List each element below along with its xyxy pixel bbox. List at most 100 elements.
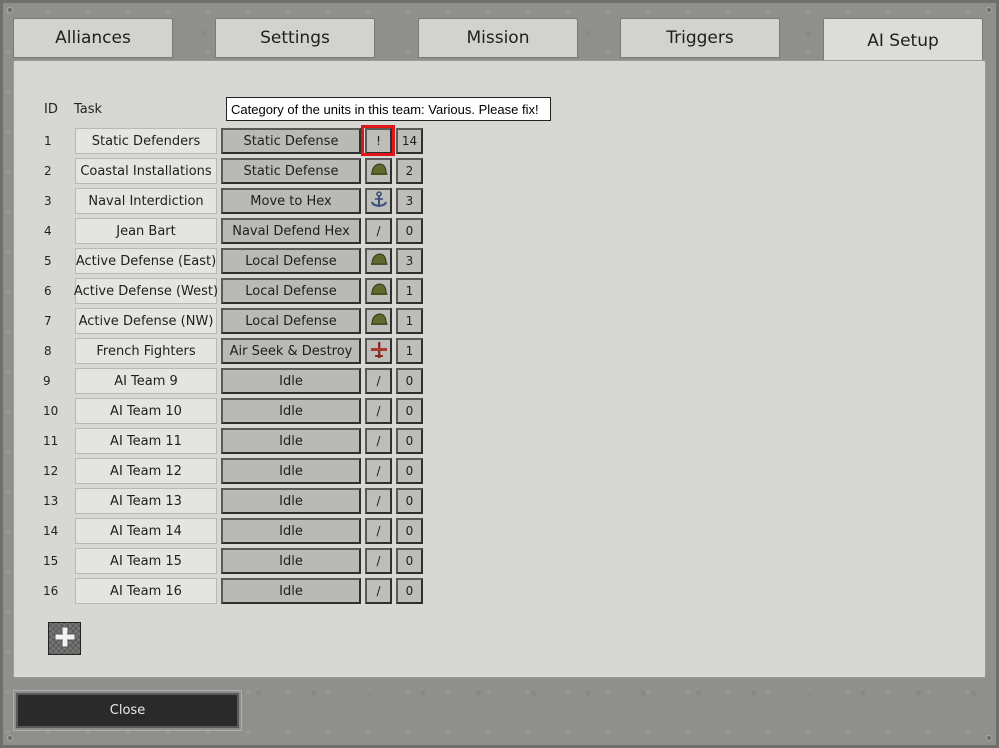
team-name-field[interactable]: AI Team 14: [75, 518, 217, 544]
slash-icon: /: [376, 224, 381, 238]
category-button[interactable]: /: [365, 398, 392, 424]
task-button[interactable]: Static Defense: [221, 158, 361, 184]
category-button[interactable]: [365, 278, 392, 304]
category-button[interactable]: [365, 248, 392, 274]
row-id: 14: [43, 524, 59, 538]
category-button[interactable]: [365, 308, 392, 334]
unit-count: 0: [405, 374, 414, 388]
team-name-field[interactable]: Active Defense (East): [75, 248, 217, 274]
team-name: AI Team 11: [110, 433, 182, 449]
unit-count-button[interactable]: 3: [396, 188, 423, 214]
row-id: 7: [44, 314, 52, 328]
unit-count-button[interactable]: 0: [396, 578, 423, 604]
team-name: AI Team 10: [110, 403, 182, 419]
task-button[interactable]: Move to Hex: [221, 188, 361, 214]
slash-icon: /: [376, 434, 381, 448]
team-name-field[interactable]: Active Defense (West): [74, 278, 218, 304]
task-button[interactable]: Idle: [221, 518, 361, 544]
task-button[interactable]: Idle: [221, 458, 361, 484]
category-button[interactable]: /: [365, 548, 392, 574]
task-button[interactable]: Naval Defend Hex: [221, 218, 361, 244]
category-button[interactable]: /: [365, 458, 392, 484]
helmet-icon: [370, 252, 388, 270]
tab-triggers[interactable]: Triggers: [620, 18, 780, 58]
unit-count-button[interactable]: 14: [396, 128, 423, 154]
unit-count: 0: [405, 434, 414, 448]
category-button[interactable]: /: [365, 368, 392, 394]
task-label: Idle: [279, 493, 303, 509]
plane-icon: [370, 341, 388, 362]
unit-count: 3: [405, 254, 414, 268]
unit-count-button[interactable]: 1: [396, 278, 423, 304]
task-button[interactable]: Idle: [221, 578, 361, 604]
category-button[interactable]: [365, 338, 392, 364]
close-button[interactable]: Close: [16, 693, 239, 728]
unit-count-button[interactable]: 0: [396, 428, 423, 454]
unit-count-button[interactable]: 0: [396, 368, 423, 394]
task-label: Air Seek & Destroy: [229, 343, 353, 359]
unit-count: 0: [405, 494, 414, 508]
team-name-field[interactable]: AI Team 9: [75, 368, 217, 394]
column-header-task: Task: [74, 102, 103, 117]
unit-count-button[interactable]: 0: [396, 398, 423, 424]
tab-alliances[interactable]: Alliances: [13, 18, 173, 58]
unit-count-button[interactable]: 2: [396, 158, 423, 184]
task-button[interactable]: Idle: [221, 428, 361, 454]
tab-mission[interactable]: Mission: [418, 18, 578, 58]
unit-count: 1: [405, 314, 414, 328]
task-button[interactable]: Local Defense: [221, 278, 361, 304]
team-name-field[interactable]: Coastal Installations: [75, 158, 217, 184]
task-label: Naval Defend Hex: [232, 223, 350, 239]
task-button[interactable]: Air Seek & Destroy: [221, 338, 361, 364]
anchor-icon: [370, 190, 388, 212]
add-team-button[interactable]: [48, 622, 81, 655]
tab-label: AI Setup: [867, 30, 939, 51]
unit-count-button[interactable]: 0: [396, 548, 423, 574]
team-name-field[interactable]: Static Defenders: [75, 128, 217, 154]
unit-count-button[interactable]: 0: [396, 458, 423, 484]
team-name-field[interactable]: Naval Interdiction: [75, 188, 217, 214]
category-button[interactable]: [365, 188, 392, 214]
team-name-field[interactable]: French Fighters: [75, 338, 217, 364]
category-button[interactable]: /: [365, 218, 392, 244]
tab-ai-setup[interactable]: AI Setup: [823, 18, 983, 62]
unit-count-button[interactable]: 0: [396, 488, 423, 514]
team-name-field[interactable]: AI Team 16: [75, 578, 217, 604]
task-button[interactable]: Idle: [221, 488, 361, 514]
category-button[interactable]: /: [365, 488, 392, 514]
task-button[interactable]: Idle: [221, 548, 361, 574]
unit-count: 0: [405, 464, 414, 478]
team-name-field[interactable]: AI Team 12: [75, 458, 217, 484]
category-button[interactable]: /: [365, 428, 392, 454]
task-button[interactable]: Static Defense: [221, 128, 361, 154]
task-label: Local Defense: [245, 253, 337, 269]
tab-label: Mission: [466, 28, 530, 48]
helmet-icon: [370, 282, 388, 300]
team-name-field[interactable]: AI Team 11: [75, 428, 217, 454]
unit-count-button[interactable]: 1: [396, 308, 423, 334]
team-name-field[interactable]: AI Team 15: [75, 548, 217, 574]
tooltip: Category of the units in this team: Vari…: [226, 97, 551, 121]
rivet: [987, 736, 991, 740]
unit-count-button[interactable]: 0: [396, 218, 423, 244]
category-button[interactable]: /: [365, 518, 392, 544]
tab-settings[interactable]: Settings: [215, 18, 375, 58]
task-button[interactable]: Idle: [221, 368, 361, 394]
team-name-field[interactable]: AI Team 10: [75, 398, 217, 424]
unit-count-button[interactable]: 1: [396, 338, 423, 364]
category-button[interactable]: [365, 158, 392, 184]
team-name: French Fighters: [96, 343, 196, 359]
category-button[interactable]: /: [365, 578, 392, 604]
team-name-field[interactable]: Active Defense (NW): [75, 308, 217, 334]
task-button[interactable]: Local Defense: [221, 248, 361, 274]
rivet: [987, 8, 991, 12]
task-label: Idle: [279, 433, 303, 449]
task-button[interactable]: Idle: [221, 398, 361, 424]
unit-count-button[interactable]: 3: [396, 248, 423, 274]
team-name-field[interactable]: AI Team 13: [75, 488, 217, 514]
task-button[interactable]: Local Defense: [221, 308, 361, 334]
tab-label: Settings: [260, 28, 330, 48]
unit-count-button[interactable]: 0: [396, 518, 423, 544]
task-label: Static Defense: [243, 133, 339, 149]
team-name-field[interactable]: Jean Bart: [75, 218, 217, 244]
